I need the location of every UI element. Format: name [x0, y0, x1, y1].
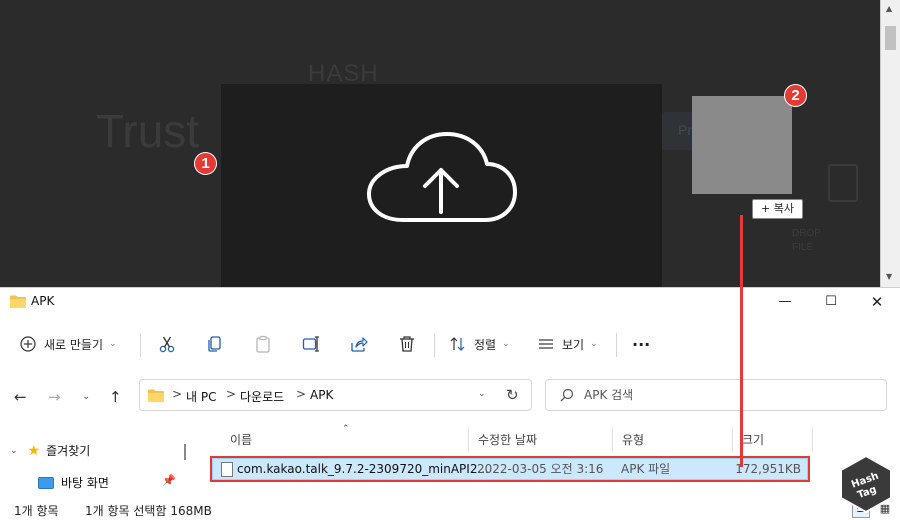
folder-icon	[148, 389, 164, 402]
scroll-thumb[interactable]	[885, 26, 896, 50]
scissors-icon	[159, 336, 175, 353]
search-icon	[560, 388, 574, 402]
view-button-label: 보기	[562, 337, 585, 352]
delete-button[interactable]	[398, 327, 416, 361]
column-header-modified[interactable]: 수정한 날짜	[478, 430, 537, 454]
background-document-icon	[828, 164, 858, 202]
close-button[interactable]: ✕	[854, 288, 900, 316]
copy-tooltip: + 복사	[752, 199, 803, 219]
address-bar[interactable]: > 내 PC > 다운로드 > APK ⌄ ↻	[139, 379, 532, 411]
cut-button[interactable]	[158, 327, 176, 361]
breadcrumb-separator: >	[296, 387, 307, 401]
sort-ascending-icon: ⌃	[342, 424, 350, 434]
nav-item-label: 즐겨찾기	[46, 444, 91, 458]
desktop-icon	[38, 476, 54, 489]
background-heading: Trust	[96, 105, 200, 157]
title-bar[interactable]: APK — ☐ ✕	[0, 288, 900, 316]
trash-icon	[400, 336, 414, 352]
pin-icon: 📌	[162, 474, 176, 487]
new-button-label: 새로 만들기	[44, 337, 104, 352]
sort-button[interactable]: 정렬 ⌄	[450, 327, 510, 361]
status-bar: 1개 항목 1개 항목 선택함 168MB ☰ ▦	[0, 498, 900, 520]
column-header-name[interactable]: 이름	[230, 430, 252, 454]
breadcrumb-this-pc[interactable]: 내 PC	[186, 388, 216, 405]
navigation-pane: ⌄ ★ 즐겨찾기 바탕 화면 📌	[0, 428, 178, 498]
sort-arrows-icon	[450, 337, 465, 351]
sort-button-label: 정렬	[474, 337, 497, 352]
paste-button[interactable]	[254, 327, 272, 361]
chevron-down-icon: ⌄	[590, 339, 598, 349]
breadcrumb-apk[interactable]: APK	[310, 388, 333, 402]
chevron-down-icon: ⌄	[109, 339, 117, 349]
plus-circle-icon	[20, 336, 36, 352]
minimize-button[interactable]: —	[762, 288, 808, 316]
share-icon	[351, 337, 368, 352]
rename-icon	[302, 336, 319, 352]
new-button[interactable]: 새로 만들기 ⌄	[20, 327, 117, 361]
share-button[interactable]	[350, 327, 368, 361]
up-arrow-icon[interactable]: ↑	[109, 388, 122, 406]
list-view-icon	[539, 339, 553, 349]
highlight-outline	[210, 456, 810, 482]
column-divider[interactable]	[468, 428, 469, 452]
cloud-upload-icon	[367, 132, 517, 222]
breadcrumb-downloads[interactable]: 다운로드	[240, 388, 284, 405]
folder-icon	[10, 295, 26, 308]
drag-path-line	[740, 215, 743, 467]
file-explorer-window: APK — ☐ ✕ 새로 만들기 ⌄ 정렬 ⌄ 보기 ⌄ ··· ← → ⌄ ↑…	[0, 287, 900, 520]
breadcrumb-separator: >	[172, 387, 183, 401]
chevron-down-icon: ⌄	[502, 339, 510, 349]
upload-overlay: HASH Trust Preview DROP FILE 2 + 복사 ▲ ▼	[0, 0, 900, 287]
forward-arrow-icon[interactable]: →	[48, 388, 61, 406]
breadcrumb-separator: >	[226, 387, 237, 401]
nav-pane-scrollbar[interactable]	[178, 428, 192, 498]
search-box[interactable]	[545, 379, 887, 411]
column-divider[interactable]	[612, 428, 613, 452]
status-item-count: 1개 항목	[14, 504, 59, 518]
toolbar-divider	[434, 333, 435, 357]
step-badge-1: 1	[194, 152, 217, 175]
copy-icon	[208, 336, 221, 352]
file-list: ⌃ 이름 수정한 날짜 유형 크기 com.kakao.talk_9.7.2-2…	[196, 424, 900, 498]
toolbar-divider	[616, 333, 617, 357]
back-arrow-icon[interactable]: ←	[14, 388, 27, 406]
background-caption: DROP	[792, 228, 821, 239]
window-title: APK	[31, 294, 55, 308]
background-caption: FILE	[792, 242, 814, 253]
step-badge-2: 2	[784, 84, 807, 107]
rename-button[interactable]	[302, 327, 320, 361]
chevron-down-icon[interactable]: ⌄	[10, 446, 18, 456]
chevron-down-icon[interactable]: ⌄	[478, 389, 486, 399]
dragged-file-thumbnail	[692, 96, 792, 194]
column-divider[interactable]	[732, 428, 733, 452]
hashtag-logo: Hash Tag	[840, 455, 892, 513]
view-button[interactable]: 보기 ⌄	[538, 327, 598, 361]
toolbar-divider	[140, 333, 141, 357]
command-bar: 새로 만들기 ⌄ 정렬 ⌄ 보기 ⌄ ···	[0, 321, 900, 367]
address-bar-row: ← → ⌄ ↑ > 내 PC > 다운로드 > APK ⌄ ↻	[0, 376, 900, 420]
copy-button[interactable]	[206, 327, 224, 361]
more-options-button[interactable]: ···	[632, 327, 650, 361]
screen: HASH Trust Preview DROP FILE 2 + 복사 ▲ ▼	[0, 0, 900, 520]
search-input[interactable]	[584, 386, 874, 404]
scroll-up-icon[interactable]: ▲	[886, 4, 892, 13]
column-header-type[interactable]: 유형	[622, 430, 644, 454]
overlay-scrollbar[interactable]: ▲ ▼	[880, 0, 900, 287]
clipboard-icon	[256, 335, 270, 353]
status-selection: 1개 항목 선택함 168MB	[85, 504, 212, 518]
maximize-button[interactable]: ☐	[808, 288, 854, 316]
nav-item-desktop[interactable]: 바탕 화면 📌	[38, 474, 178, 491]
refresh-icon[interactable]: ↻	[506, 386, 519, 404]
nav-item-label: 바탕 화면	[61, 476, 109, 490]
scroll-thumb[interactable]	[184, 444, 186, 460]
column-divider[interactable]	[812, 428, 813, 452]
recent-locations-chevron-icon[interactable]: ⌄	[82, 391, 90, 402]
scroll-down-icon[interactable]: ▼	[886, 272, 892, 281]
star-icon: ★	[27, 442, 41, 459]
column-header-size[interactable]: 크기	[742, 430, 764, 454]
nav-item-quick-access[interactable]: ⌄ ★ 즐겨찾기	[10, 442, 90, 459]
